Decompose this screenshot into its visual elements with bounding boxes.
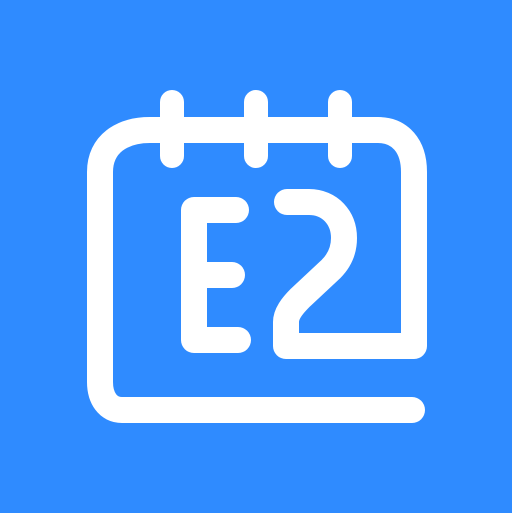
calendar-icon — [0, 0, 512, 512]
app-icon: EZ — [0, 0, 512, 512]
icon-background — [0, 0, 512, 512]
